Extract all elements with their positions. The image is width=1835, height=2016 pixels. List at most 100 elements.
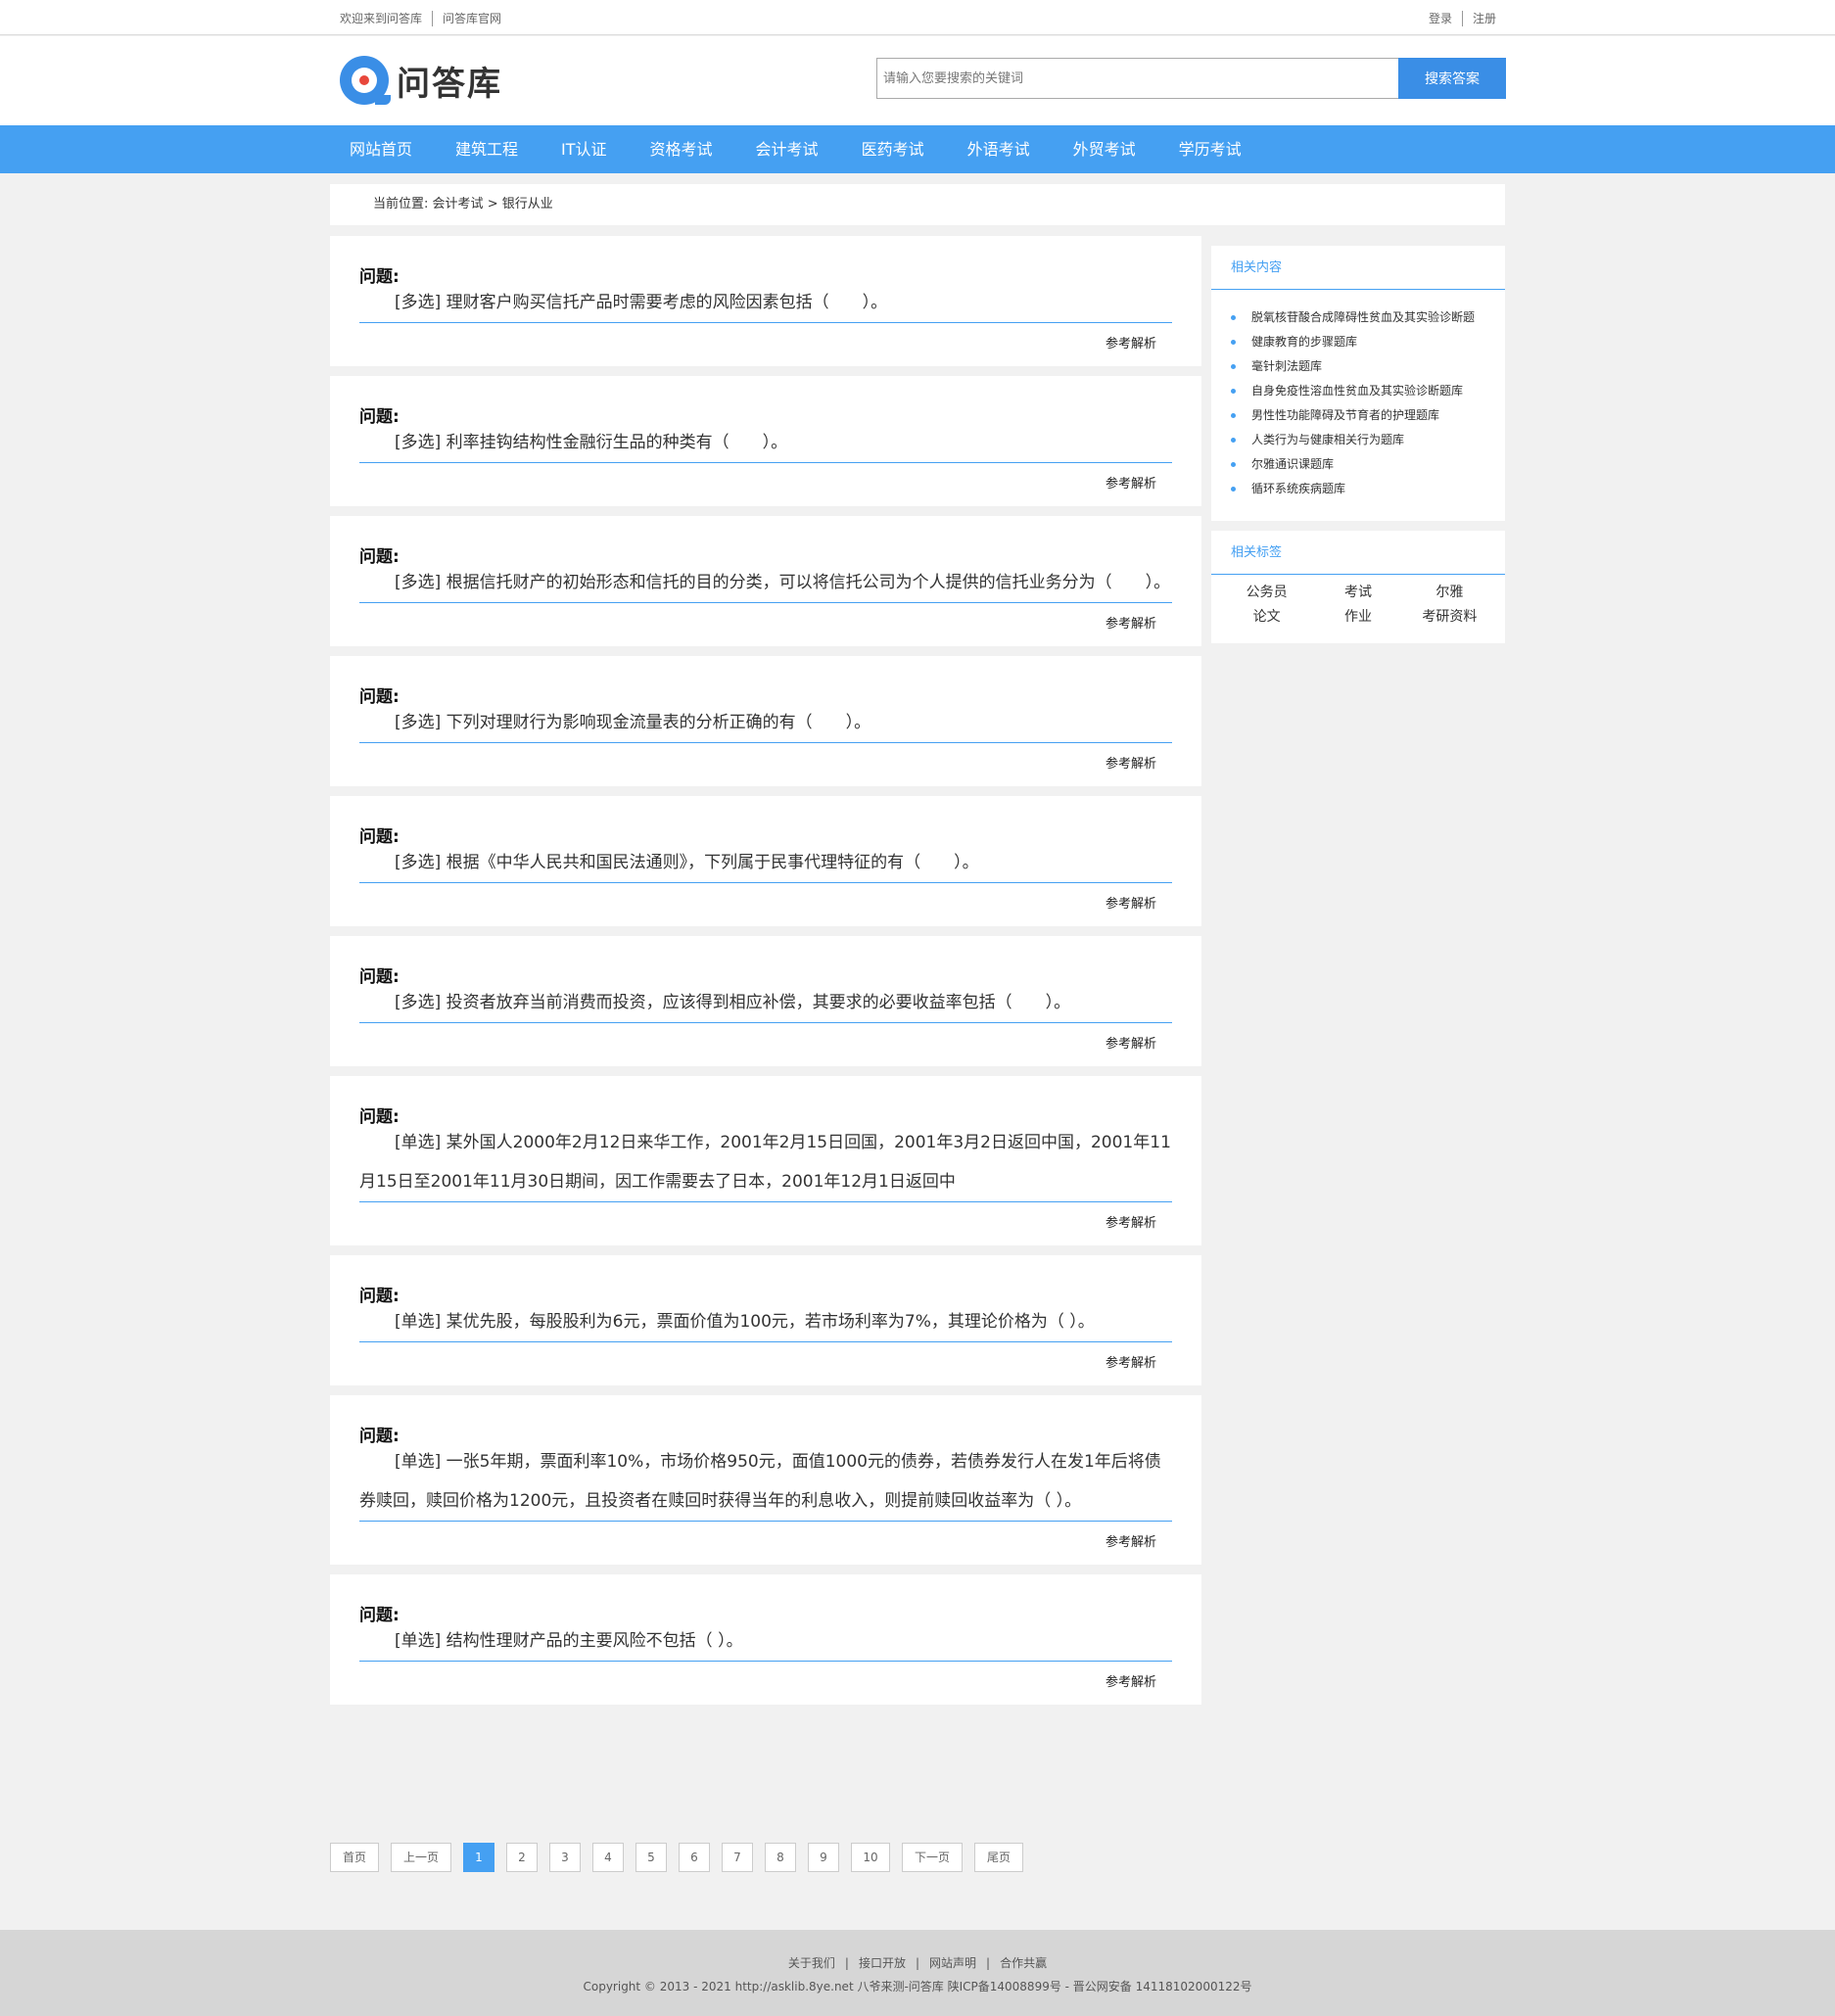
question-text[interactable]: [多选] 下列对理财行为影响现金流量表的分析正确的有（ ）。 — [359, 703, 1172, 743]
tag-link[interactable]: 考研资料 — [1404, 607, 1495, 628]
bullet-icon — [1231, 389, 1236, 394]
divider — [432, 10, 434, 26]
related-item-label[interactable]: 自身免疫性溶血性贫血及其实验诊断题库 — [1251, 379, 1463, 403]
nav-item[interactable]: 外贸考试 — [1063, 125, 1146, 173]
answer-link[interactable]: 参考解析 — [359, 1354, 1172, 1374]
footer-link[interactable]: 关于我们 — [788, 1956, 835, 1970]
related-item[interactable]: 健康教育的步骤题库 — [1231, 330, 1505, 354]
nav-item[interactable]: 外语考试 — [958, 125, 1040, 173]
tag-link[interactable]: 论文 — [1221, 607, 1312, 628]
answer-link[interactable]: 参考解析 — [359, 475, 1172, 494]
answer-link[interactable]: 参考解析 — [359, 755, 1172, 774]
related-item-label[interactable]: 尔雅通识课题库 — [1251, 452, 1334, 477]
related-item[interactable]: 循环系统疾病题库 — [1231, 477, 1505, 501]
search-input[interactable] — [876, 58, 1398, 99]
related-item[interactable]: 人类行为与健康相关行为题库 — [1231, 428, 1505, 452]
nav-item[interactable]: 建筑工程 — [446, 125, 528, 173]
answer-link[interactable]: 参考解析 — [359, 1673, 1172, 1693]
nav-item[interactable]: 医药考试 — [852, 125, 934, 173]
related-content-list: 脱氧核苷酸合成障碍性贫血及其实验诊断题 健康教育的步骤题库 毫针刺法题库 自身免疫性溶… — [1211, 290, 1505, 521]
question-card: 问题: [单选] 某优先股，每股股利为6元，票面价值为100元，若市场利率为7%，… — [330, 1255, 1201, 1385]
page-10-button[interactable]: 10 — [851, 1843, 890, 1872]
related-item-label[interactable]: 人类行为与健康相关行为题库 — [1251, 428, 1404, 452]
register-link[interactable]: 注册 — [1473, 10, 1496, 26]
bullet-icon — [1231, 315, 1236, 320]
question-text[interactable]: [多选] 根据《中华人民共和国民法通则》，下列属于民事代理特征的有（ ）。 — [359, 843, 1172, 883]
footer-link[interactable]: 网站声明 — [929, 1956, 976, 1970]
related-item-label[interactable]: 毫针刺法题库 — [1251, 354, 1322, 379]
related-item-label[interactable]: 健康教育的步骤题库 — [1251, 330, 1357, 354]
page-1-button[interactable]: 1 — [463, 1843, 494, 1872]
tag-link[interactable]: 作业 — [1312, 607, 1403, 628]
nav-item[interactable]: 网站首页 — [340, 125, 422, 173]
question-card: 问题: [多选] 投资者放弃当前消费而投资，应该得到相应补偿，其要求的必要收益率包… — [330, 936, 1201, 1066]
breadcrumb-current-link[interactable]: 银行从业 — [502, 197, 553, 211]
top-bar: 欢迎来到问答库 问答库官网 登录 注册 — [0, 0, 1835, 35]
footer-links: 关于我们 | 接口开放 | 网站声明 | 合作共赢 — [0, 1954, 1835, 1972]
logo-q-icon — [340, 56, 391, 105]
breadcrumb-category-link[interactable]: 会计考试 — [433, 197, 484, 211]
related-item[interactable]: 男性性功能障碍及节育者的护理题库 — [1231, 403, 1505, 428]
breadcrumb: 当前位置: 会计考试 > 银行从业 — [330, 184, 1505, 225]
page-5-button[interactable]: 5 — [635, 1843, 667, 1872]
question-text[interactable]: [多选] 根据信托财产的初始形态和信托的目的分类，可以将信托公司为个人提供的信托… — [359, 563, 1172, 603]
tag-link[interactable]: 尔雅 — [1404, 583, 1495, 603]
question-card: 问题: [多选] 根据信托财产的初始形态和信托的目的分类，可以将信托公司为个人提供… — [330, 516, 1201, 646]
welcome-link[interactable]: 欢迎来到问答库 — [340, 10, 422, 26]
answer-link[interactable]: 参考解析 — [359, 1533, 1172, 1553]
nav-item[interactable]: 资格考试 — [640, 125, 723, 173]
related-item[interactable]: 自身免疫性溶血性贫血及其实验诊断题库 — [1231, 379, 1505, 403]
divider — [1461, 10, 1463, 26]
page-3-button[interactable]: 3 — [549, 1843, 581, 1872]
question-card: 问题: [多选] 利率挂钩结构性金融衍生品的种类有（ ）。 参考解析 — [330, 376, 1201, 506]
related-item-label[interactable]: 循环系统疾病题库 — [1251, 477, 1345, 501]
login-link[interactable]: 登录 — [1429, 10, 1452, 26]
answer-link[interactable]: 参考解析 — [359, 1214, 1172, 1234]
related-item-label[interactable]: 男性性功能障碍及节育者的护理题库 — [1251, 403, 1439, 428]
question-text[interactable]: [单选] 某优先股，每股股利为6元，票面价值为100元，若市场利率为7%，其理论… — [359, 1302, 1172, 1342]
question-text[interactable]: [多选] 理财客户购买信托产品时需要考虑的风险因素包括（ ）。 — [359, 283, 1172, 323]
related-content-title: 相关内容 — [1211, 246, 1505, 290]
footer-link[interactable]: 接口开放 — [859, 1956, 906, 1970]
footer-link[interactable]: 合作共赢 — [1000, 1956, 1047, 1970]
first-page-button[interactable]: 首页 — [330, 1843, 379, 1872]
prev-page-button[interactable]: 上一页 — [391, 1843, 451, 1872]
question-text[interactable]: [单选] 某外国人2000年2月12日来华工作，2001年2月15日回国，200… — [359, 1123, 1172, 1202]
question-text[interactable]: [单选] 结构性理财产品的主要风险不包括（ ）。 — [359, 1621, 1172, 1662]
answer-link[interactable]: 参考解析 — [359, 895, 1172, 914]
question-card: 问题: [多选] 下列对理财行为影响现金流量表的分析正确的有（ ）。 参考解析 — [330, 656, 1201, 786]
answer-link[interactable]: 参考解析 — [359, 1035, 1172, 1055]
page-6-button[interactable]: 6 — [679, 1843, 710, 1872]
question-text[interactable]: [多选] 投资者放弃当前消费而投资，应该得到相应补偿，其要求的必要收益率包括（ … — [359, 983, 1172, 1023]
page-7-button[interactable]: 7 — [722, 1843, 753, 1872]
related-item[interactable]: 毫针刺法题库 — [1231, 354, 1505, 379]
nav-item[interactable]: IT认证 — [551, 125, 617, 173]
footer-separator: | — [915, 1956, 920, 1970]
search-button[interactable]: 搜索答案 — [1398, 58, 1506, 99]
last-page-button[interactable]: 尾页 — [974, 1843, 1023, 1872]
page-9-button[interactable]: 9 — [808, 1843, 839, 1872]
related-item[interactable]: 脱氧核苷酸合成障碍性贫血及其实验诊断题 — [1231, 305, 1505, 330]
top-bar-right: 登录 注册 — [1429, 10, 1496, 26]
site-logo[interactable]: 问答库 — [340, 56, 502, 105]
question-card: 问题: [多选] 根据《中华人民共和国民法通则》，下列属于民事代理特征的有（ ）。… — [330, 796, 1201, 926]
related-item[interactable]: 尔雅通识课题库 — [1231, 452, 1505, 477]
tag-link[interactable]: 考试 — [1312, 583, 1403, 603]
page-4-button[interactable]: 4 — [592, 1843, 624, 1872]
answer-link[interactable]: 参考解析 — [359, 335, 1172, 354]
pagination: 首页 上一页 1 2 3 4 5 6 7 8 9 10 下一页 尾页 — [330, 1843, 1035, 1872]
question-card: 问题: [单选] 某外国人2000年2月12日来华工作，2001年2月15日回国，… — [330, 1076, 1201, 1245]
next-page-button[interactable]: 下一页 — [902, 1843, 963, 1872]
nav-item[interactable]: 会计考试 — [746, 125, 828, 173]
tag-link[interactable]: 公务员 — [1221, 583, 1312, 603]
nav-item[interactable]: 学历考试 — [1169, 125, 1251, 173]
page-2-button[interactable]: 2 — [506, 1843, 538, 1872]
related-item-label[interactable]: 脱氧核苷酸合成障碍性贫血及其实验诊断题 — [1251, 305, 1475, 330]
bullet-icon — [1231, 462, 1236, 467]
answer-link[interactable]: 参考解析 — [359, 615, 1172, 634]
main-nav: 网站首页 建筑工程 IT认证 资格考试 会计考试 医药考试 外语考试 外贸考试 学历考试 — [0, 125, 1835, 173]
question-text[interactable]: [单选] 一张5年期，票面利率10%，市场价格950元，面值1000元的债券，若… — [359, 1442, 1172, 1522]
question-text[interactable]: [多选] 利率挂钩结构性金融衍生品的种类有（ ）。 — [359, 423, 1172, 463]
page-8-button[interactable]: 8 — [765, 1843, 796, 1872]
official-site-link[interactable]: 问答库官网 — [443, 10, 501, 26]
